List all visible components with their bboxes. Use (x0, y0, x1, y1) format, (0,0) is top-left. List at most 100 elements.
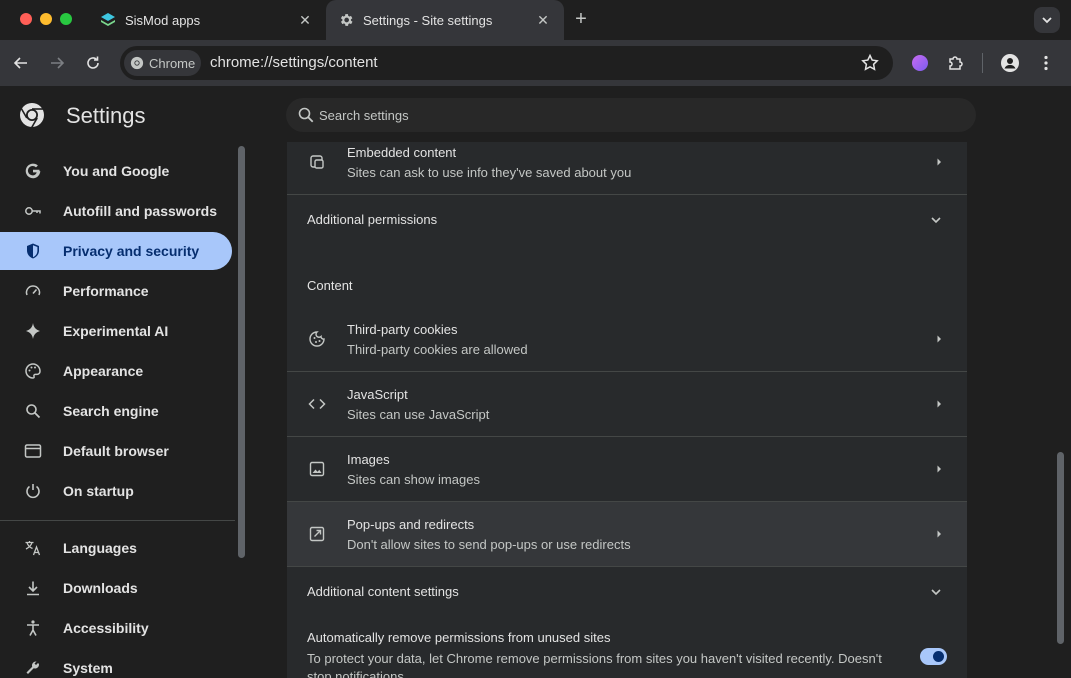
row-subtitle: Sites can show images (347, 472, 480, 487)
sidebar: You and Google Autofill and passwords Pr… (0, 142, 235, 678)
sidebar-item-you-and-google[interactable]: You and Google (0, 152, 232, 190)
site-info-chip[interactable]: Chrome (124, 50, 201, 76)
chevron-down-icon (1042, 17, 1052, 24)
chevron-right-icon (937, 158, 941, 166)
additional-content-settings-expander[interactable]: Additional content settings (287, 567, 967, 615)
sismod-favicon-icon (100, 12, 116, 28)
url-text[interactable]: chrome://settings/content (210, 54, 378, 71)
tab-title: SisMod apps (125, 12, 201, 28)
tab-strip: SisMod apps ✕ Settings - Site settings ✕… (0, 0, 1071, 40)
chrome-logo-icon (130, 56, 144, 70)
arrow-right-icon (51, 57, 65, 69)
row-subtitle: Sites can ask to use info they've saved … (347, 165, 632, 180)
row-subtitle: Sites can use JavaScript (347, 407, 490, 422)
page-title: Settings (66, 103, 146, 128)
profile-button[interactable] (999, 52, 1021, 74)
new-tab-button[interactable]: + (571, 9, 591, 30)
popups-redirects-row[interactable]: Pop-ups and redirects Don't allow sites … (287, 502, 967, 567)
auto-remove-title: Automatically remove permissions from un… (307, 630, 611, 645)
content-section-title: Content (307, 278, 353, 293)
additional-permissions-expander[interactable]: Additional permissions (287, 195, 967, 243)
forward-button[interactable] (46, 52, 68, 74)
tab-sismod-apps[interactable]: SisMod apps ✕ (88, 0, 326, 40)
power-icon (24, 482, 42, 500)
shield-icon (24, 242, 42, 260)
menu-button[interactable] (1035, 52, 1057, 74)
sidebar-item-experimental-ai[interactable]: Experimental AI (0, 312, 232, 350)
images-row[interactable]: Images Sites can show images (287, 437, 967, 502)
minimize-window-button[interactable] (40, 13, 52, 25)
key-icon (24, 202, 42, 220)
sidebar-item-appearance[interactable]: Appearance (0, 352, 232, 390)
search-input[interactable] (319, 104, 919, 126)
arrow-left-icon (13, 57, 27, 69)
sidebar-item-label: Languages (63, 540, 137, 556)
chevron-right-icon (937, 400, 941, 408)
sidebar-item-on-startup[interactable]: On startup (0, 472, 232, 510)
javascript-row[interactable]: JavaScript Sites can use JavaScript (287, 372, 967, 437)
auto-remove-description: To protect your data, let Chrome remove … (307, 651, 882, 678)
embedded-content-row[interactable]: Embedded content Sites can ask to use in… (287, 129, 967, 194)
expander-label: Additional permissions (307, 212, 438, 227)
sidebar-item-accessibility[interactable]: Accessibility (0, 609, 232, 647)
sidebar-item-languages[interactable]: Languages (0, 529, 232, 567)
gear-icon (338, 12, 354, 28)
chevron-right-icon (937, 530, 941, 538)
bookmark-star-icon[interactable] (859, 52, 881, 74)
expander-label: Additional content settings (307, 584, 459, 599)
chevron-right-icon (937, 465, 941, 473)
row-subtitle: Don't allow sites to send pop-ups or use… (347, 537, 631, 552)
maximize-window-button[interactable] (60, 13, 72, 25)
row-title: Embedded content (347, 145, 457, 160)
extension-avatar-icon[interactable] (912, 55, 928, 71)
sidebar-item-default-browser[interactable]: Default browser (0, 432, 232, 470)
image-icon (309, 461, 325, 477)
sidebar-item-label: Appearance (63, 363, 144, 379)
row-title: Images (347, 452, 390, 467)
row-title: Pop-ups and redirects (347, 517, 475, 532)
sidebar-item-label: Experimental AI (63, 323, 169, 339)
reload-button[interactable] (82, 52, 104, 74)
chrome-logo-icon (19, 102, 45, 128)
wrench-icon (24, 659, 42, 677)
close-tab-icon[interactable]: ✕ (298, 13, 312, 27)
sidebar-item-system[interactable]: System (0, 649, 232, 678)
translate-icon (24, 539, 42, 557)
row-title: Third-party cookies (347, 322, 458, 337)
tab-search-button[interactable] (1034, 7, 1060, 33)
tab-title: Settings - Site settings (363, 12, 493, 28)
google-g-icon (24, 162, 42, 180)
close-tab-icon[interactable]: ✕ (536, 13, 550, 27)
palette-icon (24, 362, 42, 380)
download-icon (24, 579, 42, 597)
close-window-button[interactable] (20, 13, 32, 25)
sidebar-item-autofill[interactable]: Autofill and passwords (0, 192, 232, 230)
extensions-button[interactable] (945, 52, 967, 74)
sidebar-item-label: Privacy and security (63, 243, 200, 259)
browser-window-icon (24, 442, 42, 460)
sidebar-item-privacy[interactable]: Privacy and security (0, 232, 232, 270)
sidebar-item-label: You and Google (63, 163, 170, 179)
embedded-content-icon (310, 155, 324, 169)
avatar-icon (1001, 54, 1019, 72)
puzzle-icon (949, 56, 963, 70)
open-external-icon (309, 526, 325, 542)
back-button[interactable] (10, 52, 32, 74)
kebab-menu-icon (1044, 55, 1048, 71)
cookie-icon (309, 331, 325, 347)
chevron-right-icon (937, 335, 941, 343)
tab-site-settings[interactable]: Settings - Site settings ✕ (326, 0, 564, 40)
auto-remove-toggle[interactable] (920, 648, 947, 665)
sidebar-item-downloads[interactable]: Downloads (0, 569, 232, 607)
sidebar-scrollbar-thumb[interactable] (238, 146, 245, 558)
sidebar-item-label: Accessibility (63, 620, 149, 636)
chevron-down-icon (931, 589, 941, 596)
sidebar-item-search-engine[interactable]: Search engine (0, 392, 232, 430)
third-party-cookies-row[interactable]: Third-party cookies Third-party cookies … (287, 307, 967, 372)
sidebar-item-performance[interactable]: Performance (0, 272, 232, 310)
sidebar-item-label: Autofill and passwords (63, 203, 218, 219)
sidebar-divider (0, 520, 235, 521)
main-scrollbar-thumb[interactable] (1057, 452, 1064, 644)
toolbar-divider (982, 53, 983, 73)
sidebar-item-label: On startup (63, 483, 134, 499)
